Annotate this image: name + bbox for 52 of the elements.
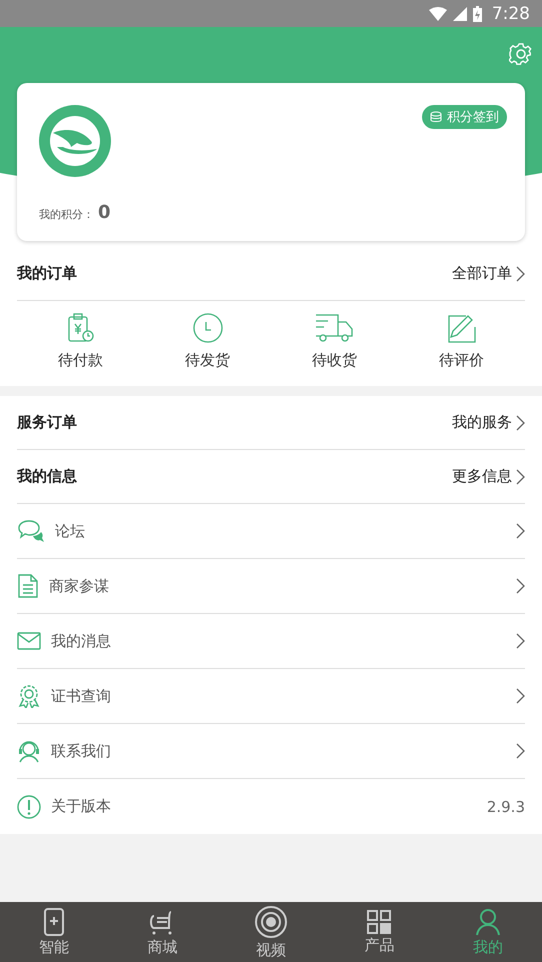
- section-title: 我的信息: [17, 467, 77, 486]
- menu-item[interactable]: 我的消息: [51, 632, 506, 650]
- grid-icon: [367, 910, 392, 934]
- wifi-icon: [428, 6, 447, 20]
- tab-item[interactable]: 商城: [108, 902, 217, 962]
- tab-item[interactable]: 产品: [325, 902, 434, 962]
- section-link[interactable]: 更多信息: [452, 467, 525, 486]
- coins-icon: [430, 111, 442, 123]
- info-exclamation-icon: [17, 794, 41, 818]
- tablet-plus-icon: [43, 908, 66, 936]
- chevron-right-icon: [516, 633, 525, 649]
- order-status-button[interactable]: 待评价: [398, 313, 525, 370]
- version-text: 2.9.3: [486, 798, 525, 816]
- section-title: 服务订单: [17, 413, 77, 432]
- person-icon: [474, 908, 501, 936]
- headset-person-icon: [17, 739, 41, 763]
- chevron-right-icon: [516, 688, 525, 704]
- menu-item[interactable]: 联系我们: [51, 742, 506, 760]
- target-icon: [254, 904, 288, 938]
- settings-icon[interactable]: [509, 43, 533, 67]
- menu-item[interactable]: 论坛: [55, 522, 506, 540]
- chevron-right-icon: [516, 468, 525, 484]
- battery-charging-icon: [472, 6, 482, 22]
- document-icon: [17, 574, 39, 598]
- menu-item[interactable]: 关于版本: [51, 797, 477, 816]
- clock-icon: [192, 313, 222, 343]
- chevron-right-icon: [516, 414, 525, 430]
- truck-icon: [314, 313, 354, 343]
- order-status-button[interactable]: 待收货: [271, 313, 398, 370]
- order-status-button[interactable]: 待发货: [144, 313, 271, 370]
- signal-icon: [452, 6, 467, 20]
- all-orders-link[interactable]: 全部订单: [452, 264, 525, 283]
- menu-item[interactable]: 商家参谋: [49, 576, 506, 596]
- points-value: 0: [98, 202, 111, 223]
- tab-item[interactable]: 智能: [0, 902, 108, 962]
- envelope-icon: [17, 631, 41, 651]
- tab-item[interactable]: 视频: [216, 902, 326, 962]
- avatar-logo-icon: [39, 105, 111, 177]
- chevron-right-icon: [516, 266, 525, 282]
- edit-icon: [446, 313, 478, 343]
- chevron-right-icon: [516, 578, 525, 594]
- points-label: 我的积分：: [39, 207, 94, 222]
- section-title: 我的订单: [17, 264, 77, 283]
- chevron-right-icon: [516, 523, 525, 539]
- section-link[interactable]: 我的服务: [452, 413, 525, 432]
- chat-bubbles-icon: [17, 519, 45, 543]
- clipboard-yen-icon: [66, 313, 94, 343]
- chevron-right-icon: [516, 743, 525, 759]
- status-time: 7:28: [492, 4, 530, 24]
- menu-item[interactable]: 证书查询: [51, 686, 506, 706]
- order-status-button[interactable]: 待付款: [17, 313, 144, 370]
- badge-icon: [17, 684, 41, 708]
